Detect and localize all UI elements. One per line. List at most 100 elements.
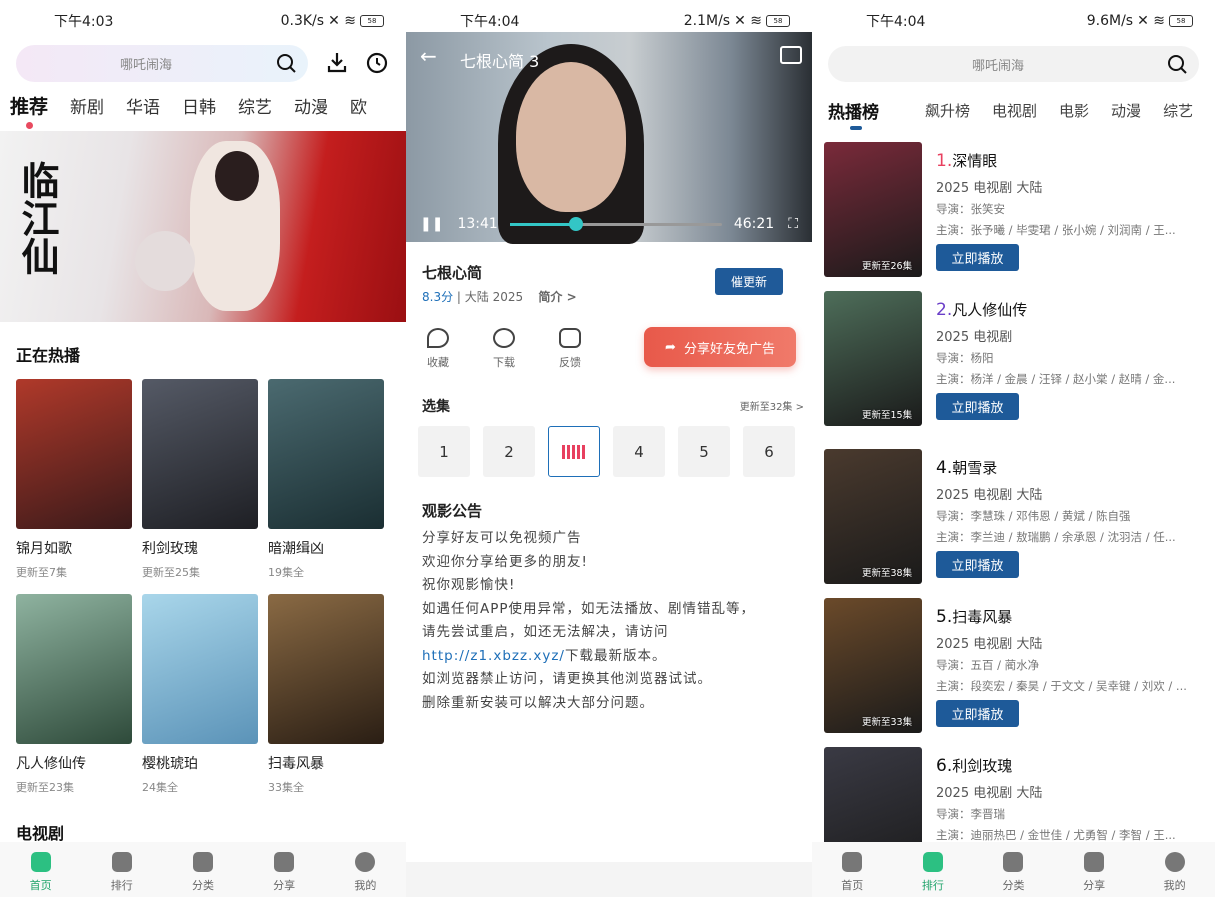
poster-card[interactable]: 扫毒风暴 33集全: [268, 594, 384, 795]
edit-icon: [559, 328, 581, 348]
poster-image: [16, 594, 132, 744]
tab-chinese[interactable]: 华语: [126, 93, 160, 118]
card-status: 19集全: [268, 566, 304, 579]
poster-card[interactable]: 凡人修仙传 更新至23集: [16, 594, 132, 795]
tab-hot[interactable]: 热播榜: [828, 98, 901, 130]
nav-me[interactable]: 我的: [1145, 852, 1205, 893]
feedback-button[interactable]: 反馈: [552, 328, 588, 370]
rating: 8.3分: [422, 290, 454, 304]
download-link[interactable]: http://z1.xbzz.xyz/: [422, 648, 565, 664]
region: 大陆: [464, 290, 489, 304]
rank-item[interactable]: 更新至38集 4.朝雪录 2025 电视剧 大陆 导演：李慧珠 / 邓伟恩 / 黄斌 …: [824, 449, 1209, 585]
card-title: 锦月如歌: [16, 541, 72, 557]
play-now-button[interactable]: 立即播放: [936, 551, 1019, 578]
card-status: 24集全: [142, 781, 178, 794]
episode-button[interactable]: 1: [418, 426, 470, 477]
urge-update-button[interactable]: 催更新: [715, 268, 783, 295]
status-time: 下午4:03: [54, 14, 114, 30]
search-icon[interactable]: [276, 53, 296, 73]
tab-recommend[interactable]: 推荐: [10, 92, 48, 129]
category-tabs: 推荐 新剧 华语 日韩 综艺 动漫 欧: [10, 92, 367, 129]
play-now-button[interactable]: 立即播放: [936, 393, 1019, 420]
poster-image: [824, 598, 922, 733]
seek-bar[interactable]: [509, 216, 722, 231]
net-speed: 0.3K/s: [280, 13, 325, 29]
rank-title: 5.扫毒风暴: [936, 607, 1013, 627]
video-player[interactable]: ← 七根心简 3 ❚❚ 13:41 46:21 ⛶: [406, 32, 812, 244]
wifi-icon: ✕ ≋: [1137, 13, 1165, 29]
poster-card[interactable]: 暗潮缉凶 19集全: [268, 379, 384, 580]
rank-item[interactable]: 更新至15集 2.凡人修仙传 2025 电视剧 导演：杨阳 主演：杨洋 / 金晨 / 汪…: [824, 291, 1209, 427]
ranking-screen: 下午4:04 9.6M/s ✕ ≋ 58 哪吒闹海 热播榜 飙升榜 电视剧 电影 动…: [812, 0, 1215, 897]
folder-icon: [1003, 852, 1024, 872]
search-bar[interactable]: 哪吒闹海: [828, 46, 1199, 82]
tab-new[interactable]: 新剧: [70, 93, 104, 118]
tab-anime[interactable]: 动漫: [1111, 100, 1141, 121]
tab-variety[interactable]: 综艺: [238, 93, 272, 118]
tab-rising[interactable]: 飙升榜: [925, 100, 970, 121]
pause-icon[interactable]: ❚❚: [420, 216, 443, 232]
tab-movie[interactable]: 电影: [1059, 100, 1089, 121]
nav-rank[interactable]: 排行: [903, 852, 963, 893]
tab-variety[interactable]: 综艺: [1163, 100, 1193, 121]
rank-title: 1.深情眼: [936, 151, 998, 171]
nav-home[interactable]: 首页: [822, 852, 882, 893]
tab-anime[interactable]: 动漫: [294, 93, 328, 118]
rank-title: 4.朝雪录: [936, 458, 998, 478]
nav-share[interactable]: 分享: [254, 852, 314, 893]
status-time: 下午4:04: [460, 14, 520, 30]
tab-western[interactable]: 欧: [350, 93, 367, 118]
play-now-button[interactable]: 立即播放: [936, 700, 1019, 727]
poster-card[interactable]: 锦月如歌 更新至7集: [16, 379, 132, 580]
episodes-more[interactable]: 更新至32集 >: [740, 398, 804, 413]
rank-info: 2025 电视剧: [936, 330, 1013, 345]
playing-bars-icon: [562, 444, 586, 459]
download-icon[interactable]: [326, 51, 348, 73]
nav-home[interactable]: 首页: [11, 852, 71, 893]
tab-jpkr[interactable]: 日韩: [182, 93, 216, 118]
intro-link[interactable]: 简介 >: [538, 290, 576, 304]
fullscreen-icon[interactable]: ⛶: [788, 216, 798, 232]
download-button[interactable]: 下载: [486, 328, 522, 370]
nav-category[interactable]: 分类: [173, 852, 233, 893]
rank-item[interactable]: 更新至33集 5.扫毒风暴 2025 电视剧 大陆 导演：五百 / 蔺水净 主演：段奕宏…: [824, 598, 1209, 734]
total-time: 46:21: [733, 216, 775, 232]
home-icon: [842, 852, 863, 872]
notice-text: 分享好友可以免视频广告 欢迎你分享给更多的朋友! 祝你观影愉快! 如遇任何APP…: [422, 530, 756, 711]
episode-button[interactable]: 2: [483, 426, 535, 477]
share-button[interactable]: ➦ 分享好友免广告: [644, 327, 796, 367]
poster-card[interactable]: 樱桃琥珀 24集全: [142, 594, 258, 795]
nav-category[interactable]: 分类: [983, 852, 1043, 893]
nav-share[interactable]: 分享: [1064, 852, 1124, 893]
seek-handle[interactable]: [568, 216, 583, 231]
update-badge: 更新至26集: [862, 261, 913, 272]
poster-image: [824, 449, 922, 584]
rank-info: 2025 电视剧 大陆: [936, 637, 1043, 652]
back-arrow-icon[interactable]: ←: [420, 44, 437, 68]
hero-banner[interactable]: 临江仙: [0, 131, 406, 322]
play-now-button[interactable]: 立即播放: [936, 244, 1019, 271]
rank-info: 2025 电视剧 大陆: [936, 488, 1043, 503]
section-tv: 电视剧: [16, 824, 65, 843]
nav-rank[interactable]: 排行: [92, 852, 152, 893]
poster-image: [824, 142, 922, 277]
net-speed: 9.6M/s: [1086, 13, 1134, 29]
episode-button[interactable]: 4: [613, 426, 665, 477]
episode-button-playing[interactable]: [548, 426, 600, 477]
search-bar[interactable]: 哪吒闹海: [16, 45, 308, 82]
active-dot: [26, 122, 33, 129]
poster-card[interactable]: 利剑玫瑰 更新至25集: [142, 379, 258, 580]
favorite-button[interactable]: 收藏: [420, 328, 456, 370]
episode-button[interactable]: 5: [678, 426, 730, 477]
cast-icon[interactable]: [780, 46, 802, 64]
card-title: 扫毒风暴: [268, 756, 324, 772]
episode-button[interactable]: 6: [743, 426, 795, 477]
poster-image: [268, 379, 384, 529]
card-title: 利剑玫瑰: [142, 541, 198, 557]
nav-me[interactable]: 我的: [335, 852, 395, 893]
history-icon[interactable]: [366, 52, 388, 74]
rank-item[interactable]: 更新至26集 1.深情眼 2025 电视剧 大陆 导演：张笑安 主演：张予曦 / 毕雯珺…: [824, 142, 1209, 278]
search-icon[interactable]: [1167, 54, 1187, 74]
tab-tv[interactable]: 电视剧: [992, 100, 1037, 121]
search-placeholder: 哪吒闹海: [972, 58, 1025, 74]
